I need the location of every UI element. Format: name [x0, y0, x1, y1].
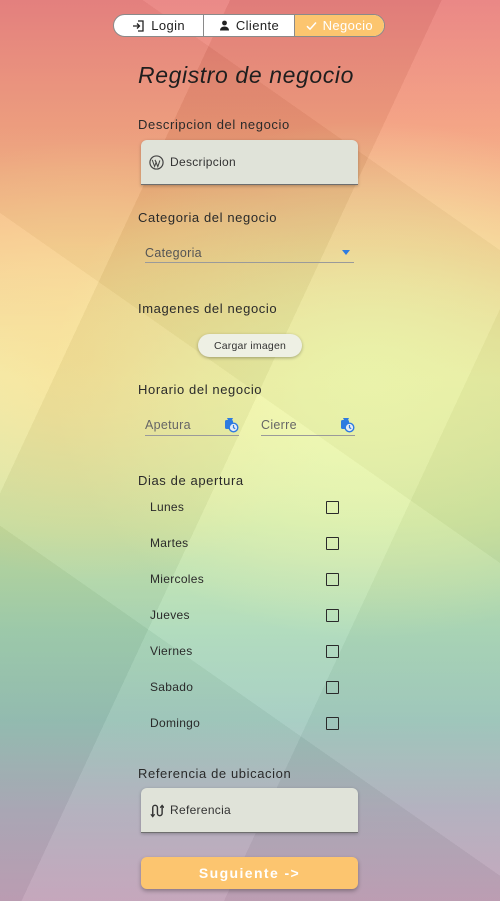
login-icon — [132, 19, 145, 32]
tab-negocio-label: Negocio — [322, 18, 374, 33]
person-icon — [219, 20, 230, 31]
day-checkbox-sabado[interactable] — [326, 680, 339, 694]
category-placeholder: Categoria — [145, 245, 202, 260]
opening-time-placeholder: Apetura — [145, 417, 191, 432]
days-label: Dias de apertura — [138, 473, 244, 488]
day-label: Lunes — [150, 500, 185, 514]
opening-time-field[interactable]: Apetura — [145, 414, 239, 436]
category-label: Categoria del negocio — [138, 210, 278, 225]
closing-time-placeholder: Cierre — [261, 417, 297, 432]
images-label: Imagenes del negocio — [138, 301, 278, 316]
day-label: Miercoles — [150, 572, 205, 586]
upload-image-button[interactable]: Cargar imagen — [198, 334, 302, 357]
day-checkbox-domingo[interactable] — [326, 716, 339, 730]
tab-login[interactable]: Login — [114, 15, 205, 36]
clock-icon[interactable] — [223, 417, 239, 433]
day-row-viernes: Viernes — [150, 641, 340, 661]
clock-icon[interactable] — [339, 417, 355, 433]
tab-cliente-label: Cliente — [235, 18, 280, 33]
day-row-sabado: Sabado — [150, 677, 340, 697]
page-title: Registro de negocio — [138, 62, 354, 88]
day-row-lunes: Lunes — [150, 497, 340, 517]
description-placeholder: Descripcion — [170, 155, 236, 169]
tab-cliente[interactable]: Cliente — [204, 15, 295, 36]
day-row-domingo: Domingo — [150, 713, 340, 733]
day-label: Martes — [150, 536, 189, 550]
location-placeholder: Referencia — [170, 803, 232, 817]
day-label: Domingo — [150, 716, 201, 730]
day-row-jueves: Jueves — [150, 605, 340, 625]
route-icon — [149, 803, 164, 818]
dropdown-caret-icon — [342, 250, 350, 255]
location-label: Referencia de ubicacion — [138, 766, 292, 781]
category-select[interactable]: Categoria — [145, 243, 354, 263]
day-checkbox-viernes[interactable] — [326, 644, 339, 658]
day-label: Viernes — [150, 644, 193, 658]
description-field[interactable]: Descripcion — [141, 140, 358, 185]
day-row-miercoles: Miercoles — [150, 569, 340, 589]
tab-negocio[interactable]: Negocio — [294, 15, 384, 36]
description-label: Descripcion del negocio — [138, 117, 290, 132]
day-checkbox-lunes[interactable] — [326, 500, 339, 514]
tab-bar: Login Cliente Negocio — [113, 14, 385, 37]
day-checkbox-miercoles[interactable] — [326, 572, 339, 586]
closing-time-field[interactable]: Cierre — [261, 414, 355, 436]
day-checkbox-martes[interactable] — [326, 536, 339, 550]
next-button[interactable]: Suguiente -> — [141, 857, 358, 889]
day-label: Sabado — [150, 680, 194, 694]
location-field[interactable]: Referencia — [141, 788, 358, 833]
wordpress-icon — [149, 154, 164, 170]
day-checkbox-jueves[interactable] — [326, 608, 339, 622]
check-icon — [306, 21, 317, 31]
day-row-martes: Martes — [150, 533, 340, 553]
schedule-label: Horario del negocio — [138, 382, 263, 397]
tab-login-label: Login — [151, 18, 186, 33]
day-label: Jueves — [150, 608, 190, 622]
